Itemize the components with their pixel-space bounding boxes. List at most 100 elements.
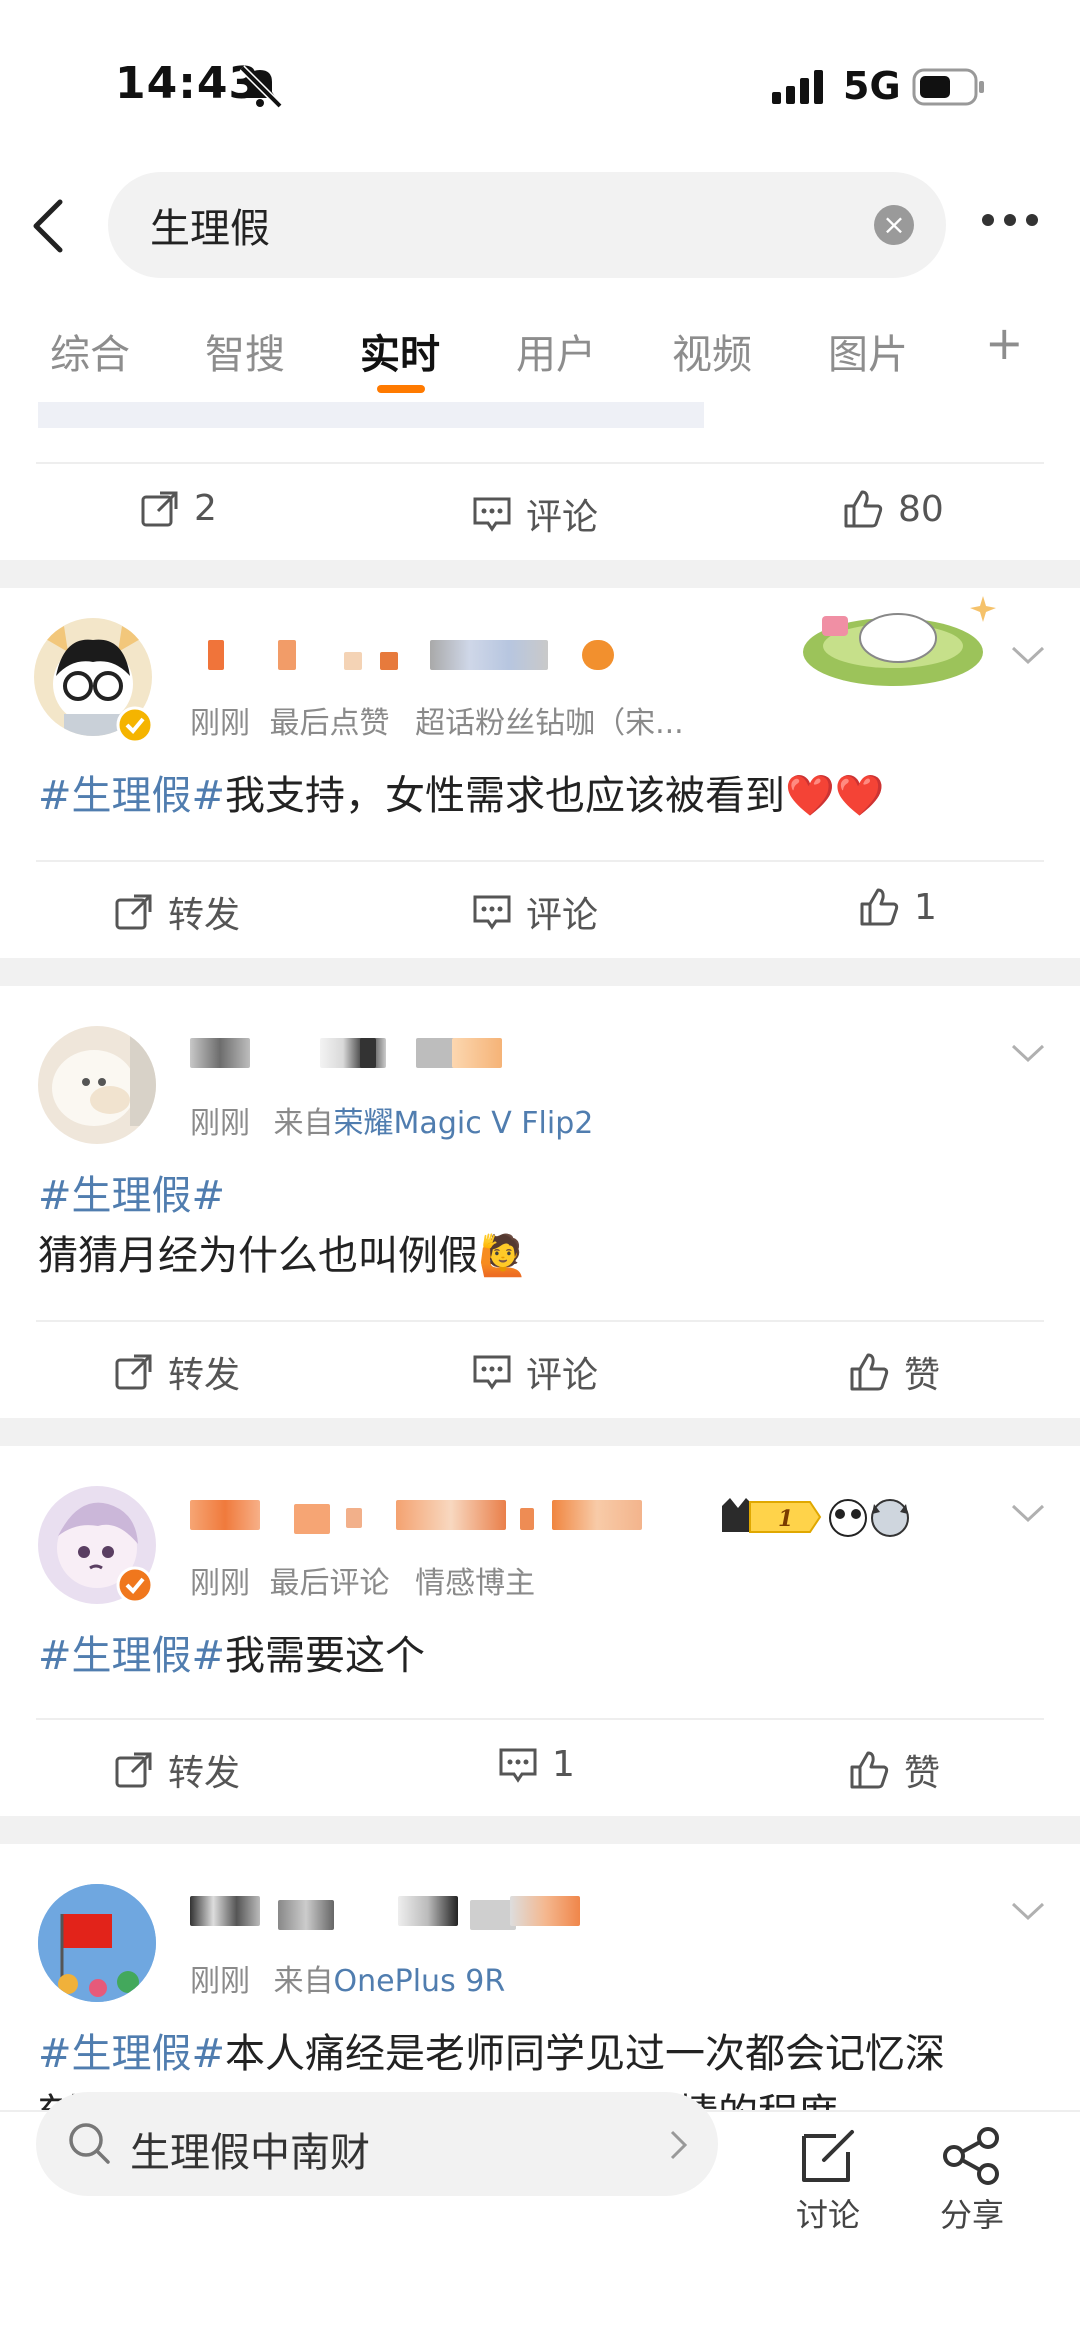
repost-label: 转发: [168, 1753, 241, 1794]
post-content: #生理假#我需要这个: [38, 1626, 425, 1686]
share-icon: [943, 2127, 999, 2185]
comment-icon: [473, 497, 511, 532]
comment-icon: [499, 1748, 537, 1783]
tab-video[interactable]: 视频: [672, 322, 752, 380]
post-text: 本人痛经是老师同学见过一次都会记忆深: [225, 2031, 946, 2077]
post-device[interactable]: 荣耀Magic V Flip2: [334, 1106, 594, 1141]
post-activity: 最后评论: [269, 1566, 390, 1601]
comment-button[interactable]: 评论: [472, 488, 598, 540]
hashtag-link[interactable]: #生理假#: [38, 2031, 225, 2077]
like-label: 赞: [904, 1753, 941, 1794]
post-time: 刚刚: [190, 706, 250, 741]
comment-button[interactable]: 评论: [472, 886, 598, 938]
comment-button[interactable]: 评论: [472, 1346, 598, 1398]
active-tab-indicator: [377, 385, 425, 393]
repost-label: 转发: [168, 1355, 241, 1396]
comment-label: 评论: [526, 895, 599, 936]
search-icon: [69, 2123, 110, 2164]
like-button[interactable]: 赞: [848, 1346, 940, 1398]
like-label: 赞: [904, 1355, 941, 1396]
hashtag-link[interactable]: #生理假#: [38, 1633, 225, 1679]
post-device[interactable]: OnePlus 9R: [334, 1964, 506, 1999]
like-button[interactable]: 80: [842, 488, 944, 530]
decoration-sticker: [803, 596, 996, 686]
post-activity: 最后点赞: [269, 706, 390, 741]
separator: [0, 1816, 1080, 1844]
share-button[interactable]: 分享: [934, 2126, 1010, 2236]
discuss-button[interactable]: 讨论: [790, 2126, 866, 2236]
tab-smart-search[interactable]: 智搜: [205, 322, 285, 380]
thumbs-up-icon: [860, 888, 899, 926]
repost-button[interactable]: 转发: [114, 1744, 240, 1796]
chevron-down-icon[interactable]: [1010, 1900, 1046, 1922]
avatar[interactable]: [38, 1884, 156, 2002]
chevron-down-icon[interactable]: [1010, 1502, 1046, 1524]
post-meta: 刚刚 来自荣耀Magic V Flip2: [190, 1098, 593, 1142]
post-time: 刚刚: [190, 1964, 250, 1999]
divider: [36, 462, 1044, 464]
like-button[interactable]: 1: [858, 886, 937, 928]
repost-count: 2: [194, 488, 217, 529]
avatar[interactable]: [38, 1026, 156, 1144]
chevron-down-icon[interactable]: [1010, 1042, 1046, 1064]
divider: [36, 1320, 1044, 1322]
thumbs-up-icon: [850, 1751, 889, 1789]
post-meta: 刚刚 来自OnePlus 9R: [190, 1956, 505, 2000]
divider: [36, 1718, 1044, 1720]
repost-icon: [115, 894, 152, 930]
post-time: 刚刚: [190, 1106, 250, 1141]
tab-users[interactable]: 用户: [516, 322, 596, 380]
post-text: 猜猜月经为什么也叫例假🙋: [38, 1233, 528, 1279]
mute-bell-icon: [239, 65, 283, 108]
repost-icon: [115, 1752, 152, 1788]
post-meta: 刚刚 最后点赞 超话粉丝钻咖（宋...: [190, 698, 684, 742]
clear-search-icon[interactable]: ×: [874, 205, 914, 245]
compose-icon: [802, 2130, 854, 2182]
comment-label: 评论: [526, 1355, 599, 1396]
hashtag-link[interactable]: #生理假#: [38, 1166, 528, 1226]
post-content: #生理假#我支持，女性需求也应该被看到❤️❤️: [38, 766, 885, 826]
tab-add[interactable]: +: [985, 316, 1024, 370]
more-icon[interactable]: [980, 212, 1040, 228]
hashtag-link[interactable]: #生理假#: [38, 773, 225, 819]
post-text: 我需要这个: [225, 1633, 426, 1679]
chevron-down-icon[interactable]: [1010, 644, 1046, 666]
comment-count: 1: [552, 1744, 575, 1785]
tab-realtime[interactable]: 实时: [360, 322, 440, 380]
repost-button[interactable]: 2: [140, 488, 217, 529]
separator: [0, 560, 1080, 588]
back-arrow-icon[interactable]: [28, 198, 68, 254]
post-source-prefix: 来自: [273, 1106, 334, 1141]
discuss-label: 讨论: [795, 2196, 860, 2234]
thumbs-up-icon: [844, 490, 883, 528]
comment-button[interactable]: 1: [498, 1744, 575, 1785]
separator: [0, 1418, 1080, 1446]
truncated-content: [38, 402, 704, 428]
user-badge: 情感博主: [415, 1566, 536, 1601]
thumbs-up-icon: [850, 1353, 889, 1391]
search-query[interactable]: 生理假: [150, 196, 270, 254]
fan-badge[interactable]: 超话粉丝钻咖（宋...: [415, 706, 684, 741]
battery-icon: [912, 68, 984, 106]
like-button[interactable]: 赞: [848, 1744, 940, 1796]
post-meta: 刚刚 最后评论 情感博主: [190, 1558, 535, 1602]
tab-images[interactable]: 图片: [828, 322, 908, 380]
comment-label: 评论: [526, 497, 599, 538]
comment-icon: [473, 1355, 511, 1390]
repost-button[interactable]: 转发: [114, 886, 240, 938]
bottom-search-text[interactable]: 生理假中南财: [130, 2120, 370, 2178]
tab-comprehensive[interactable]: 综合: [50, 322, 130, 380]
level-number: 1: [778, 1506, 793, 1532]
separator: [0, 958, 1080, 986]
post-content: #生理假# 猜猜月经为什么也叫例假🙋: [38, 1166, 528, 1286]
like-count: 1: [914, 886, 937, 928]
chevron-right-icon: [670, 2130, 688, 2160]
signal-icon: [772, 70, 823, 104]
share-label: 分享: [939, 2196, 1004, 2234]
post-text: 我支持，女性需求也应该被看到❤️❤️: [225, 773, 885, 819]
repost-button[interactable]: 转发: [114, 1346, 240, 1398]
comment-icon: [473, 895, 511, 930]
verified-badge-icon: [116, 706, 154, 744]
divider: [36, 860, 1044, 862]
emoji-stickers: [829, 1499, 909, 1537]
